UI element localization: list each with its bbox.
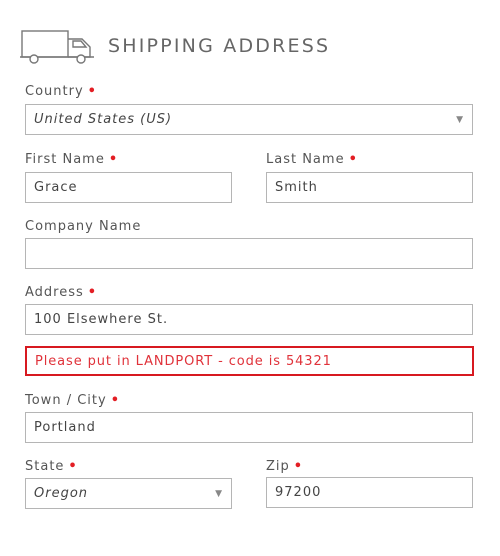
- country-label: Country •: [25, 84, 97, 99]
- state-select[interactable]: Oregon ▼: [25, 478, 232, 509]
- state-label: State •: [25, 459, 78, 474]
- zip-label: Zip •: [266, 459, 304, 474]
- city-input[interactable]: Portland: [25, 412, 473, 443]
- city-value: Portland: [34, 420, 96, 435]
- company-label: Company Name: [25, 219, 142, 234]
- last-name-label: Last Name •: [266, 152, 358, 167]
- address-line-2-input[interactable]: Please put in LANDPORT - code is 54321: [25, 346, 474, 376]
- address-line-2-value: Please put in LANDPORT - code is 54321: [35, 353, 332, 369]
- zip-input[interactable]: 97200: [266, 477, 473, 508]
- last-name-value: Smith: [275, 180, 318, 195]
- section-heading: SHIPPING ADDRESS: [20, 26, 330, 66]
- first-name-input[interactable]: Grace: [25, 172, 232, 203]
- chevron-down-icon: ▼: [456, 114, 464, 125]
- company-input[interactable]: [25, 238, 473, 269]
- last-name-input[interactable]: Smith: [266, 172, 473, 203]
- address-input[interactable]: 100 Elsewhere St.: [25, 304, 473, 335]
- delivery-truck-icon: [20, 27, 96, 65]
- address-value: 100 Elsewhere St.: [34, 312, 169, 327]
- country-value: United States (US): [34, 112, 173, 127]
- state-value: Oregon: [34, 486, 89, 501]
- country-select[interactable]: United States (US) ▼: [25, 104, 473, 135]
- city-label: Town / City •: [25, 393, 120, 408]
- first-name-value: Grace: [34, 180, 78, 195]
- section-title: SHIPPING ADDRESS: [108, 35, 331, 57]
- address-label: Address •: [25, 285, 98, 300]
- first-name-label: First Name •: [25, 152, 119, 167]
- zip-value: 97200: [275, 485, 322, 500]
- chevron-down-icon: ▼: [215, 488, 223, 499]
